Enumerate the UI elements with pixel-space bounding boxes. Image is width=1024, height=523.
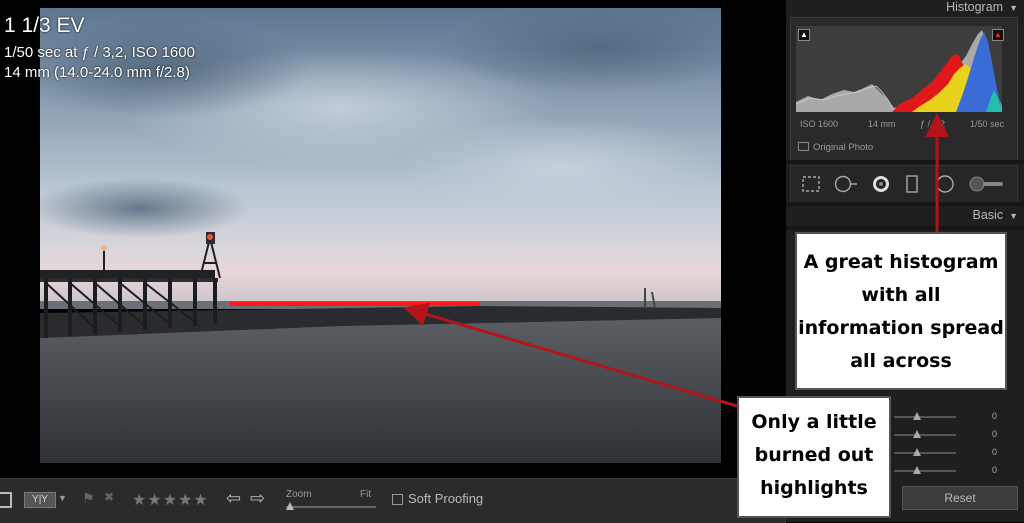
adjustment-slider[interactable] bbox=[894, 412, 956, 420]
slider-knob[interactable] bbox=[913, 466, 921, 474]
lens-info: 14 mm (14.0-24.0 mm f/2.8) bbox=[4, 64, 190, 81]
original-photo-label: Original Photo bbox=[813, 142, 874, 153]
arrow-right-icon[interactable]: ⇨ bbox=[250, 488, 265, 509]
loupe-view-icon[interactable] bbox=[0, 492, 12, 508]
highlight-clipping-toggle[interactable]: ▲ bbox=[992, 29, 1004, 41]
collapse-triangle-icon[interactable]: ▼ bbox=[1009, 3, 1018, 13]
crop-overlay-icon[interactable] bbox=[801, 175, 821, 198]
before-after-view-button[interactable]: Y|Y bbox=[24, 492, 56, 508]
fit-label: Fit bbox=[360, 489, 372, 500]
zoom-slider-knob[interactable] bbox=[286, 502, 294, 510]
chevron-down-icon[interactable]: ▼ bbox=[58, 493, 67, 503]
flag-icon[interactable]: ⚑ bbox=[82, 490, 95, 507]
adjustment-slider[interactable] bbox=[894, 430, 956, 438]
histogram-shutter: 1/50 sec bbox=[970, 119, 1005, 129]
histogram-callout: A great histogram with all information s… bbox=[795, 232, 1007, 390]
slider-knob[interactable] bbox=[913, 412, 921, 420]
basic-title: Basic bbox=[972, 208, 1004, 222]
histogram-header[interactable]: Histogram ▼ bbox=[786, 0, 1018, 16]
slider-value: 0 bbox=[992, 447, 998, 457]
red-eye-icon[interactable] bbox=[871, 175, 891, 198]
slider-value: 0 bbox=[992, 411, 998, 421]
bottom-toolbar: Y|Y ▼ ⚑ ✖ ★★★★★ ⇦ ⇨ Zoom Fit Soft Proofi… bbox=[0, 478, 786, 523]
radial-filter-icon[interactable] bbox=[935, 175, 955, 198]
histogram-iso: ISO 1600 bbox=[800, 119, 839, 129]
soft-proofing-checkbox[interactable] bbox=[392, 494, 403, 505]
burned-highlights-callout: Only a little burned out highlights bbox=[737, 396, 891, 518]
histogram-title: Histogram bbox=[946, 0, 1004, 14]
star-rating[interactable]: ★★★★★ bbox=[132, 490, 209, 510]
photo-stage: 1 1/3 EV 1/50 sec at ƒ / 3,2, ISO 1600 1… bbox=[0, 0, 786, 478]
adjustment-brush-icon[interactable] bbox=[969, 175, 1005, 198]
tool-strip bbox=[790, 165, 1018, 203]
spot-removal-icon[interactable] bbox=[833, 175, 859, 198]
collapse-triangle-icon[interactable]: ▼ bbox=[1009, 211, 1018, 221]
ev-readout: 1 1/3 EV bbox=[4, 14, 85, 37]
adjustment-slider[interactable] bbox=[894, 448, 956, 456]
slider-value: 0 bbox=[992, 429, 998, 439]
adjustment-slider[interactable] bbox=[894, 466, 956, 474]
histogram-plot bbox=[796, 30, 1002, 112]
slider-value: 0 bbox=[992, 465, 998, 475]
arrow-left-icon[interactable]: ⇦ bbox=[226, 488, 241, 509]
histogram-aperture: ƒ / 3,2 bbox=[920, 119, 946, 129]
graduated-filter-icon[interactable] bbox=[905, 175, 919, 198]
original-photo-checkbox[interactable] bbox=[798, 142, 809, 151]
basic-header[interactable]: Basic ▼ bbox=[786, 208, 1019, 222]
soft-proofing-label[interactable]: Soft Proofing bbox=[408, 491, 483, 506]
panel-divider bbox=[786, 160, 1024, 164]
original-photo-toggle[interactable]: Original Photo bbox=[798, 142, 873, 153]
panel-divider bbox=[786, 226, 1024, 230]
exposure-info: 1/50 sec at ƒ / 3,2, ISO 1600 bbox=[4, 44, 195, 61]
histogram-graph[interactable] bbox=[796, 26, 1002, 112]
panel-divider bbox=[786, 202, 1024, 206]
histogram-focal: 14 mm bbox=[868, 119, 896, 129]
clipped-highlights bbox=[230, 302, 480, 306]
zoom-slider[interactable] bbox=[286, 506, 376, 508]
slider-knob[interactable] bbox=[913, 430, 921, 438]
shadow-clipping-toggle[interactable]: ▲ bbox=[798, 29, 810, 41]
zoom-label: Zoom bbox=[286, 489, 312, 500]
reset-button[interactable]: Reset bbox=[902, 486, 1018, 510]
reject-flag-icon[interactable]: ✖ bbox=[104, 490, 114, 504]
slider-knob[interactable] bbox=[913, 448, 921, 456]
